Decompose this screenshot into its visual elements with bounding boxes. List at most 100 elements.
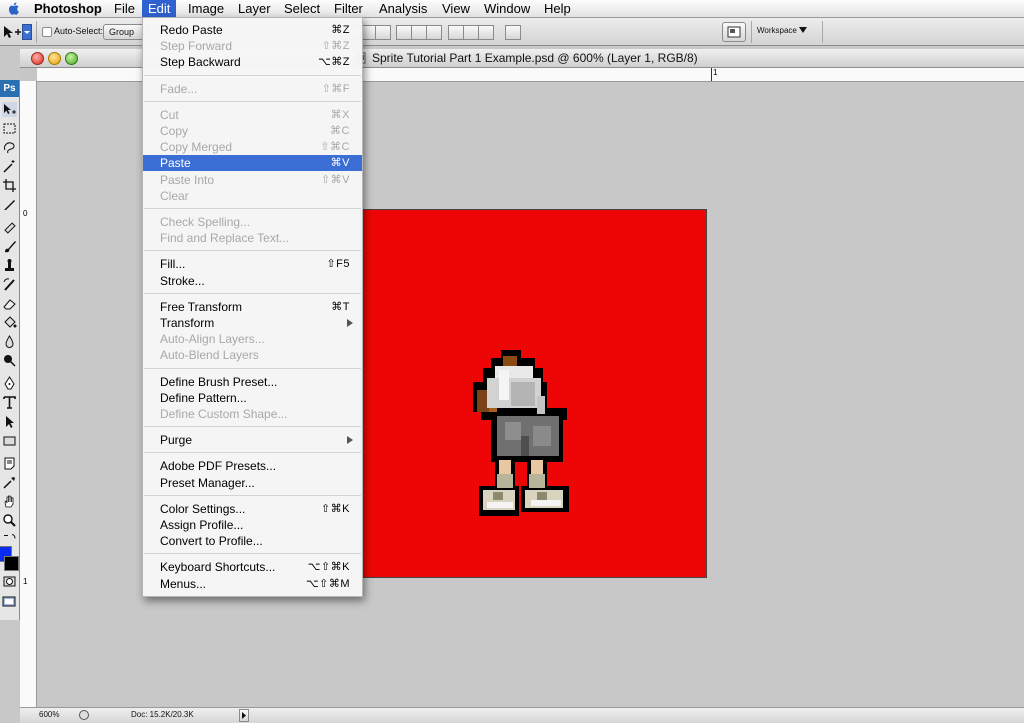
swap-colors-icon[interactable] [2,530,17,545]
menu-item-paste[interactable]: Paste ⌘V [143,155,362,172]
palette-well-button[interactable] [722,22,746,42]
distribute-button[interactable] [411,25,427,40]
document-canvas[interactable] [360,209,707,578]
menu-item-define-pattern[interactable]: Define Pattern... [143,390,362,406]
menu-item-color-settings[interactable]: Color Settings... ⇧⌘K [143,501,362,517]
ruler-major-tick [711,68,712,81]
distribute-button[interactable] [426,25,442,40]
close-window-icon[interactable] [31,52,44,65]
photoshop-badge[interactable]: Ps [0,80,19,97]
menu-item-purge[interactable]: Purge [143,432,362,448]
zoom-tool-icon[interactable] [2,513,17,528]
menu-item-label: Fill... [160,257,186,272]
menu-separator [144,208,361,209]
type-tool-icon[interactable] [2,395,17,410]
menu-item-label: Transform [160,316,215,330]
marquee-tool-icon[interactable] [2,121,17,136]
brush-tool-icon[interactable] [2,239,17,254]
lasso-tool-icon[interactable] [2,140,17,155]
status-bar-icon[interactable] [78,709,90,721]
hand-tool-icon[interactable] [2,494,17,509]
menu-help[interactable]: Help [538,0,577,17]
menu-item-paste-into: Paste Into ⇧⌘V [143,172,362,188]
pen-tool-icon[interactable] [2,376,17,391]
menu-image[interactable]: Image [182,0,230,17]
menu-layer[interactable]: Layer [232,0,277,17]
distribute-button[interactable] [396,25,412,40]
zoom-window-icon[interactable] [65,52,78,65]
menu-analysis[interactable]: Analysis [373,0,433,17]
workspace-menu[interactable]: Workspace [757,26,808,35]
menu-item-label: Step Backward [160,55,241,70]
menu-item-stroke[interactable]: Stroke... [143,273,362,289]
background-color-swatch[interactable] [4,556,19,571]
paint-bucket-tool-icon[interactable] [2,315,17,330]
minimize-window-icon[interactable] [48,52,61,65]
healing-brush-tool-icon[interactable] [2,220,17,235]
menu-separator [144,452,361,454]
workspace-label: Workspace [757,26,797,35]
divider [751,21,752,43]
move-tool-icon[interactable] [2,102,17,117]
blur-tool-icon[interactable] [2,334,17,349]
clone-stamp-tool-icon[interactable] [2,258,17,273]
menu-item-define-brush-preset[interactable]: Define Brush Preset... [143,374,362,390]
menu-item-label: Fade... [160,81,198,96]
menu-item-transform[interactable]: Transform [143,315,362,331]
menu-item-label: Step Forward [160,39,233,54]
menu-item-free-transform[interactable]: Free Transform ⌘T [143,299,362,315]
menu-item-label: Purge [160,433,193,448]
menu-item-label: Copy Merged [160,140,233,155]
crop-tool-icon[interactable] [2,178,17,193]
zoom-level[interactable]: 600% [39,710,59,719]
menu-file[interactable]: File [108,0,141,17]
shape-tool-icon[interactable] [2,433,17,448]
menu-bar: Photoshop File Edit Image Layer Select F… [0,0,1024,18]
notes-tool-icon[interactable] [2,456,17,471]
menu-item-keyboard-shortcuts[interactable]: Keyboard Shortcuts... ⌥⇧⌘K [143,559,362,575]
menu-window[interactable]: Window [478,0,536,17]
menu-item-step-backward[interactable]: Step Backward ⌥⌘Z [143,54,362,70]
status-bar: 600% Doc: 15.2K/20.3K [20,707,1024,723]
menu-item-fill[interactable]: Fill... ⇧F5 [143,256,362,272]
tool-preset-dropdown[interactable] [22,24,32,40]
menu-photoshop[interactable]: Photoshop [28,0,108,17]
distribute-button[interactable] [478,25,494,40]
slice-tool-icon[interactable] [2,197,17,212]
menu-item-assign-profile[interactable]: Assign Profile... [143,517,362,533]
menu-edit[interactable]: Edit [142,0,177,17]
menu-item-menus[interactable]: Menus... ⌥⇧⌘M [143,576,362,592]
dodge-tool-icon[interactable] [2,353,17,368]
menu-item-convert-to-profile[interactable]: Convert to Profile... [143,533,362,549]
menu-item-auto-align-layers: Auto-Align Layers... [143,331,362,347]
auto-select-checkbox[interactable] [42,27,52,37]
menu-item-shortcut: ⌘X [330,108,350,121]
distribute-button[interactable] [448,25,464,40]
screen-mode-icon[interactable] [2,594,17,609]
apple-menu-icon[interactable] [5,0,23,17]
align-button[interactable] [375,25,391,40]
quick-mask-icon[interactable] [2,574,17,589]
menu-item-label: Convert to Profile... [160,534,263,549]
menu-select[interactable]: Select [278,0,326,17]
menu-item-label: Define Pattern... [160,390,247,405]
toolbox: Ps [0,80,20,620]
eraser-tool-icon[interactable] [2,296,17,311]
menu-filter[interactable]: Filter [328,0,369,17]
menu-view[interactable]: View [436,0,476,17]
history-brush-tool-icon[interactable] [2,277,17,292]
menu-item-label: Auto-Blend Layers [160,348,259,363]
auto-align-button[interactable] [505,25,521,40]
ruler-label: 1 [23,577,28,586]
distribute-button[interactable] [463,25,479,40]
path-selection-tool-icon[interactable] [2,414,17,429]
magic-wand-tool-icon[interactable] [2,159,17,174]
menu-item-adobe-pdf-presets[interactable]: Adobe PDF Presets... [143,458,362,474]
move-tool-preset-icon[interactable] [2,24,24,40]
status-menu-button[interactable] [239,709,249,722]
menu-item-redo-paste[interactable]: Redo Paste ⌘Z [143,22,362,38]
eyedropper-tool-icon[interactable] [2,475,17,490]
menu-item-label: Cut [160,107,179,122]
menu-item-preset-manager[interactable]: Preset Manager... [143,475,362,491]
vertical-ruler[interactable]: 0 1 [20,81,37,707]
